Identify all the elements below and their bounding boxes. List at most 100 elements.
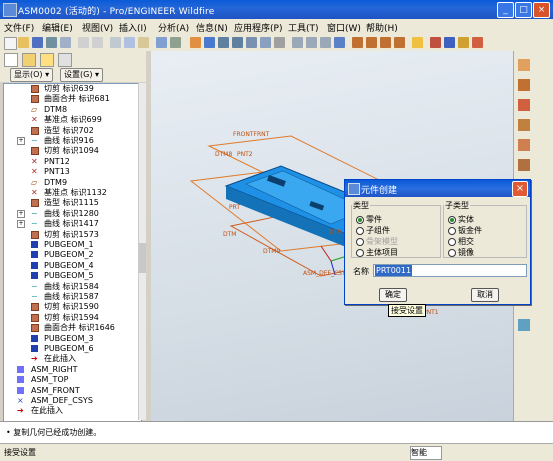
wireframe-icon[interactable] — [292, 37, 303, 48]
print-icon[interactable] — [46, 37, 57, 48]
menu-applications[interactable]: 应用程序(P) — [234, 21, 282, 34]
saved-views-icon[interactable] — [260, 37, 271, 48]
close-button[interactable]: × — [533, 2, 550, 18]
sketch-icon[interactable] — [430, 37, 441, 48]
redo-icon[interactable] — [92, 37, 103, 48]
subtype-radio-solid[interactable]: 实体 — [448, 215, 474, 225]
window-title: ASM0002 (活动的) - Pro/ENGINEER Wildfire — [18, 7, 215, 17]
dialog-title-bar: 元件创建 × — [345, 180, 530, 197]
navigator-dropdowns: 显示(O) ▾ 设置(G) ▾ — [0, 68, 150, 82]
menu-tools[interactable]: 工具(T) — [288, 21, 319, 34]
datum-plane-icon — [17, 376, 24, 384]
assemble-icon[interactable] — [444, 37, 455, 48]
email-icon[interactable] — [60, 37, 71, 48]
feature-icon — [31, 303, 39, 312]
tree-item-label: PUBGEOM_1 — [44, 240, 94, 249]
subtype-group: 子类型 实体 钣金件 相交 镜像 — [443, 200, 527, 258]
cut-icon[interactable] — [110, 37, 121, 48]
maximize-button[interactable]: □ — [515, 2, 532, 18]
select-icon[interactable] — [170, 37, 181, 48]
subtype-radio-sheetmetal[interactable]: 钣金件 — [448, 226, 482, 236]
datum-axis-tool-icon[interactable] — [518, 79, 530, 91]
undo-icon[interactable] — [78, 37, 89, 48]
tree-scrollbar[interactable] — [138, 83, 146, 420]
no-hidden-icon[interactable] — [320, 37, 331, 48]
pubgeom-icon — [31, 345, 38, 352]
expand-icon[interactable]: + — [17, 209, 25, 218]
datum-axes-toggle-icon[interactable] — [366, 37, 377, 48]
paste-icon[interactable] — [138, 37, 149, 48]
menu-window[interactable]: 窗口(W) — [327, 21, 361, 34]
create-component-icon[interactable] — [458, 37, 469, 48]
tree-item-label: PNT12 — [44, 156, 70, 166]
subtype-radio-intersect[interactable]: 相交 — [448, 237, 474, 247]
show-dropdown[interactable]: 显示(O) ▾ — [10, 68, 54, 82]
tree-item-label: 曲面合并 标识681 — [44, 94, 110, 104]
settings-dropdown[interactable]: 设置(G) ▾ — [60, 68, 103, 82]
csys-toggle-icon[interactable] — [394, 37, 405, 48]
tree-item-label: PUBGEOM_3 — [44, 333, 94, 343]
radio-dot-icon — [448, 248, 456, 257]
datum-points-toggle-icon[interactable] — [380, 37, 391, 48]
model-tree: 切剪 标识639 曲面合并 标识681 ▱ DTM8 ✕ 基准点 标识699 造型 标识70… — [3, 83, 142, 422]
copy-icon[interactable] — [124, 37, 135, 48]
dialog-close-button[interactable]: × — [512, 181, 528, 197]
type-radio-part[interactable]: 零件 — [356, 215, 382, 225]
model-tree-tab-icon[interactable] — [4, 53, 18, 67]
save-icon[interactable] — [32, 37, 43, 48]
connections-tab-icon[interactable] — [58, 53, 72, 67]
explode-icon[interactable] — [472, 37, 483, 48]
csys-axis-x — [320, 245, 332, 262]
help-icon[interactable] — [412, 37, 423, 48]
datum-plane-icon: ▱ — [31, 104, 38, 114]
name-input[interactable]: PRT0011 — [373, 264, 527, 277]
datum-planes-toggle-icon[interactable] — [352, 37, 363, 48]
datum-plane-icon[interactable] — [190, 37, 201, 48]
subtype-radio-mirror[interactable]: 镜像 — [448, 248, 474, 258]
new-icon[interactable] — [4, 37, 17, 50]
tree-item-label: 切剪 标识1594 — [44, 312, 99, 322]
datum-plane-icon — [17, 386, 24, 394]
ok-button[interactable]: 确定 — [379, 288, 407, 302]
reorient-icon[interactable] — [246, 37, 257, 48]
favorites-tab-icon[interactable] — [40, 53, 54, 67]
refit-icon[interactable] — [204, 37, 215, 48]
annotation-tool-icon[interactable] — [518, 319, 530, 331]
hidden-line-icon[interactable] — [306, 37, 317, 48]
zoom-out-icon[interactable] — [232, 37, 243, 48]
menu-edit[interactable]: 编辑(E) — [42, 21, 73, 34]
type-group-label: 类型 — [353, 201, 369, 210]
expand-icon[interactable]: + — [17, 220, 25, 229]
datum-label: DTM — [223, 231, 236, 238]
app-logo-icon — [3, 3, 17, 17]
menu-file[interactable]: 文件(F) — [4, 21, 34, 34]
filter-dropdown[interactable]: 智能 — [410, 446, 442, 460]
menu-help[interactable]: 帮助(H) — [366, 21, 398, 34]
folder-browser-tab-icon[interactable] — [22, 53, 36, 67]
type-radio-subassembly[interactable]: 子组件 — [356, 226, 390, 236]
datum-curve-tool-icon[interactable] — [518, 99, 530, 111]
minimize-button[interactable]: _ — [497, 2, 514, 18]
tree-item-label: PUBGEOM_5 — [44, 271, 94, 281]
sketch-tool-icon[interactable] — [518, 119, 530, 131]
dialog-icon — [348, 183, 360, 195]
datum-point-tool-icon[interactable] — [518, 139, 530, 151]
open-icon[interactable] — [18, 37, 29, 48]
expand-icon[interactable]: + — [17, 137, 25, 145]
layers-icon[interactable] — [274, 37, 285, 48]
menu-info[interactable]: 信息(N) — [196, 21, 228, 34]
tree-scrollbar-thumb[interactable] — [139, 243, 146, 273]
menu-analysis[interactable]: 分析(A) — [158, 21, 189, 34]
tree-item-label: 曲线 标识1587 — [44, 292, 99, 301]
datum-plane-tool-icon[interactable] — [518, 59, 530, 71]
menu-view[interactable]: 视图(V) — [82, 21, 113, 34]
menu-insert[interactable]: 插入(I) — [119, 21, 147, 34]
type-radio-bulk-item[interactable]: 主体项目 — [356, 248, 398, 258]
datum-label: PNT2 — [237, 151, 253, 158]
regenerate-icon[interactable] — [156, 37, 167, 48]
cancel-button[interactable]: 取消 — [471, 288, 499, 302]
name-input-value: PRT0011 — [375, 265, 413, 276]
zoom-in-icon[interactable] — [218, 37, 229, 48]
shading-icon[interactable] — [334, 37, 345, 48]
csys-tool-icon[interactable] — [518, 159, 530, 171]
